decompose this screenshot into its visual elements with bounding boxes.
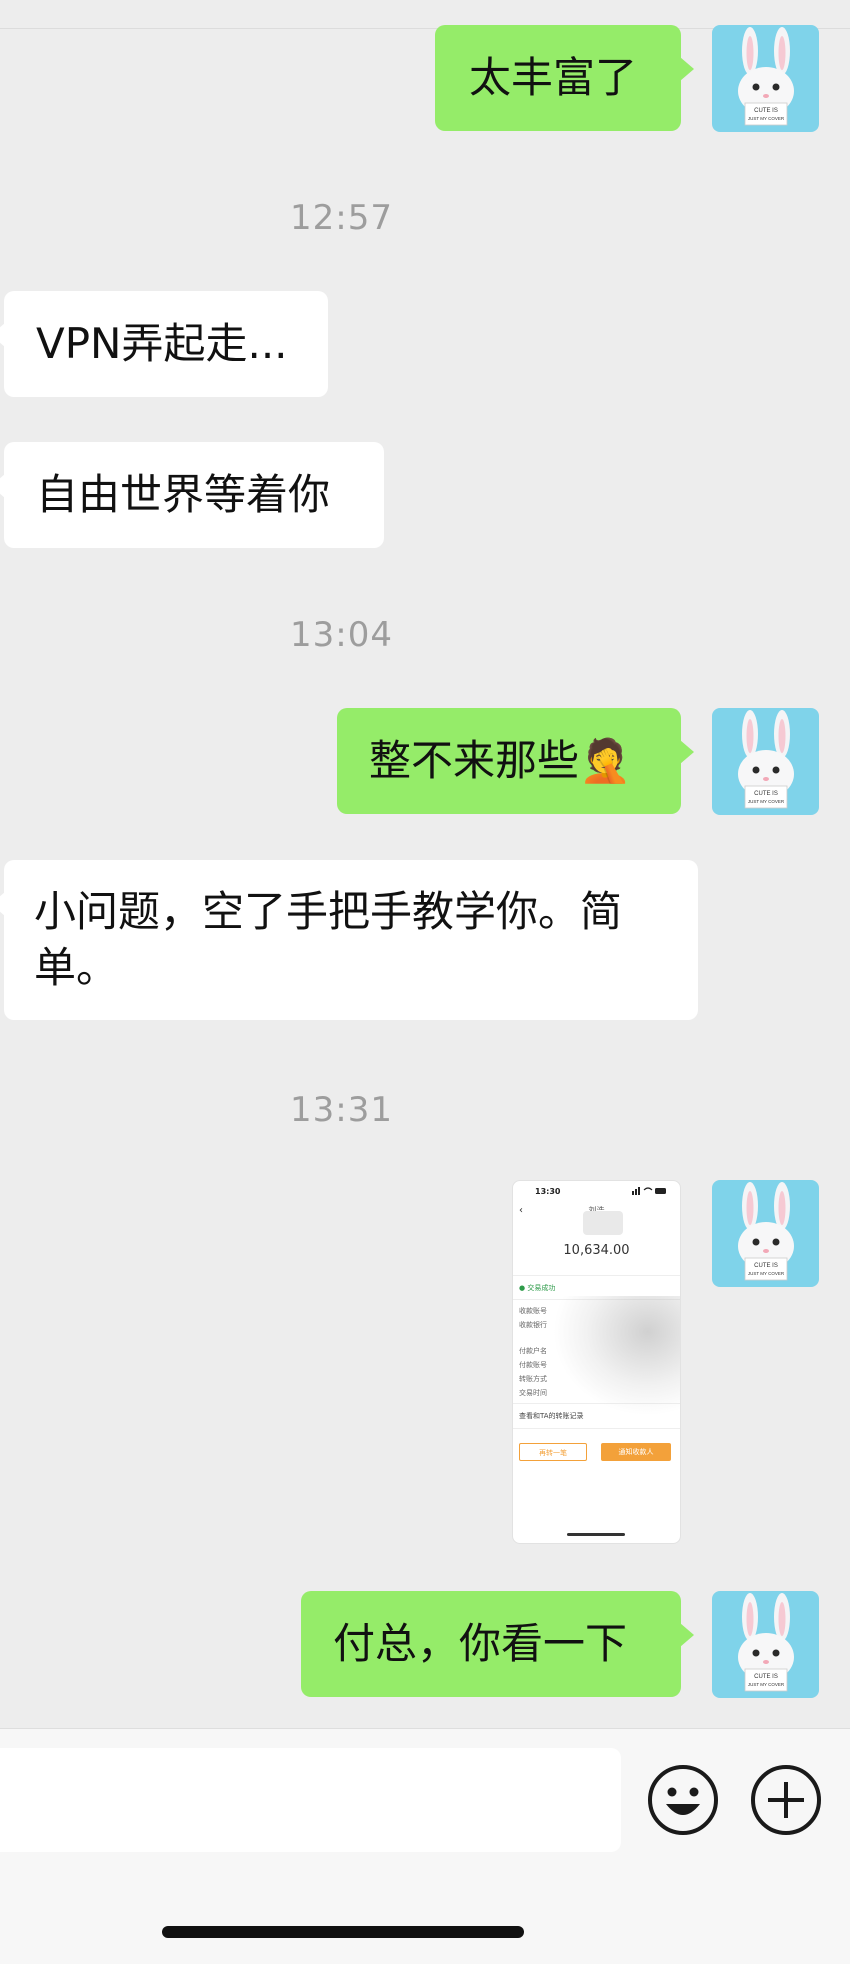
avatar-caption: CUTE IS: [754, 1674, 778, 1680]
message-text: 付总，你看一下: [333, 1619, 628, 1668]
message-text: 太丰富了: [469, 53, 638, 102]
thumbnail-home-indicator: [567, 1533, 625, 1536]
thumbnail-row: 转账方式: [519, 1375, 547, 1383]
avatar-caption: JUST MY COVER: [748, 1271, 785, 1276]
message-input[interactable]: [0, 1748, 621, 1852]
thumbnail-row: 付款账号: [519, 1361, 547, 1369]
message-bubble-sent[interactable]: 付总，你看一下: [301, 1591, 694, 1697]
thumbnail-row: 收款银行: [519, 1321, 547, 1329]
message-text: 整不来那些: [369, 736, 580, 785]
avatar-caption: CUTE IS: [754, 1263, 778, 1269]
thumbnail-row: 付款户名: [519, 1347, 547, 1355]
timestamp: 12:57: [290, 198, 393, 238]
avatar-caption: JUST MY COVER: [748, 116, 785, 121]
message-bubble-received[interactable]: 自由世界等着你: [0, 442, 384, 548]
message-bubble-received[interactable]: 小问题，空了手把手教学你。简单。: [0, 860, 698, 1020]
avatar-caption: CUTE IS: [754, 791, 778, 797]
status-icons: [632, 1187, 666, 1195]
message-bubble-sent[interactable]: 太丰富了: [435, 25, 694, 131]
smiley-icon[interactable]: [647, 1764, 719, 1836]
timestamp: 13:04: [290, 615, 393, 655]
thumbnail-status-text: 交易成功: [527, 1284, 556, 1292]
message-bubble-received[interactable]: VPN弄起走...: [0, 291, 328, 397]
divider: [513, 1275, 680, 1276]
thumbnail-status: ● 交易成功: [519, 1284, 556, 1292]
image-message[interactable]: 13:30 ‹ 刘浩 10,634.00 ● 交易成功 收款账号 收款银行 付款…: [512, 1180, 681, 1544]
message-text: 小问题，空了手把手教学你。简单。: [34, 887, 623, 992]
avatar[interactable]: CUTE IS JUST MY COVER: [712, 1180, 819, 1287]
avatar-caption: JUST MY COVER: [748, 799, 785, 804]
thumbnail-row: 交易时间: [519, 1389, 547, 1397]
plus-circle-icon[interactable]: [750, 1764, 822, 1836]
blur-patch: [583, 1211, 623, 1235]
timestamp: 13:31: [290, 1090, 393, 1130]
thumbnail-status-time: 13:30: [535, 1187, 561, 1196]
avatar[interactable]: CUTE IS JUST MY COVER: [712, 25, 819, 132]
avatar-caption: CUTE IS: [754, 108, 778, 114]
facepalm-emoji: 🤦: [579, 736, 632, 785]
home-indicator: [162, 1926, 524, 1938]
message-bubble-sent[interactable]: 整不来那些🤦: [337, 708, 694, 814]
thumbnail-row: 收款账号: [519, 1307, 547, 1315]
message-text: VPN弄起走...: [36, 319, 288, 368]
thumbnail-amount: 10,634.00: [563, 1243, 630, 1258]
avatar-caption: JUST MY COVER: [748, 1682, 785, 1687]
thumbnail-notify-button: 通知收款人: [601, 1443, 671, 1461]
message-text: 自由世界等着你: [36, 470, 331, 519]
thumbnail-transfer-again-button: 再转一笔: [519, 1443, 587, 1461]
avatar[interactable]: CUTE IS JUST MY COVER: [712, 708, 819, 815]
divider: [513, 1428, 680, 1429]
avatar[interactable]: CUTE IS JUST MY COVER: [712, 1591, 819, 1698]
scribble-overlay: [553, 1296, 680, 1416]
